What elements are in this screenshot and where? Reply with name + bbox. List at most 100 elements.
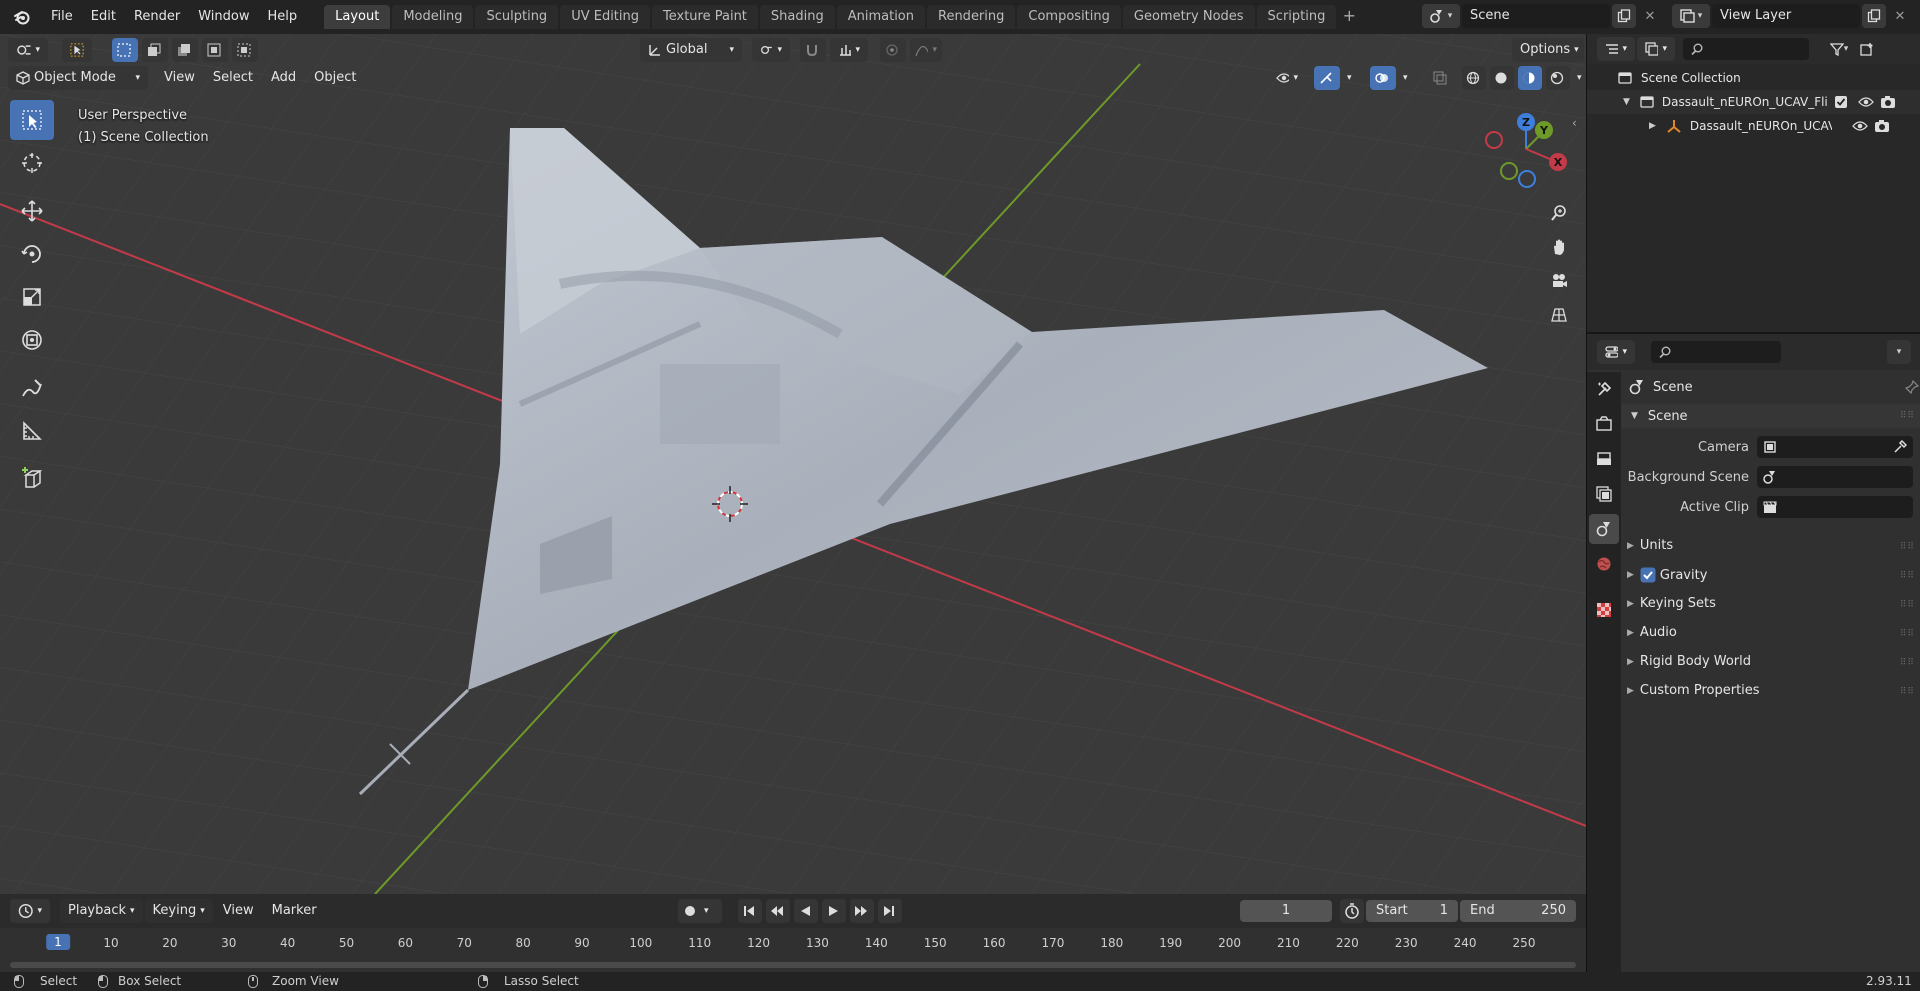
frame-tick[interactable]: 170 [1042, 936, 1065, 950]
frame-tick[interactable]: 190 [1159, 936, 1182, 950]
preview-range-icon[interactable] [1340, 899, 1364, 923]
tool-tab-icon[interactable] [1589, 374, 1619, 404]
menu-edit[interactable]: Edit [82, 5, 125, 29]
background-scene-field[interactable] [1757, 466, 1913, 488]
gravity-grip-icon[interactable]: ⠿⠿ [1900, 571, 1915, 581]
object-visibility-eye-icon[interactable] [1852, 120, 1868, 132]
select-subtract-icon[interactable] [172, 38, 198, 62]
frame-tick[interactable]: 180 [1100, 936, 1123, 950]
menu-file[interactable]: File [42, 5, 82, 29]
jump-keyframe-forward-icon[interactable] [850, 899, 874, 923]
xray-toggle-icon[interactable] [1428, 66, 1454, 90]
display-mode-button[interactable]: ▾ [1637, 37, 1675, 61]
frame-tick[interactable]: 250 [1513, 936, 1536, 950]
pivot-point-dropdown[interactable]: ▾ [752, 38, 790, 62]
gravity-checkbox[interactable] [1640, 567, 1656, 583]
exclude-checkbox-icon[interactable] [1834, 95, 1848, 109]
frame-tick[interactable]: 230 [1395, 936, 1418, 950]
select-tool-button[interactable] [62, 38, 92, 62]
end-frame-field[interactable]: End 250 [1460, 900, 1576, 922]
rigid-body-grip-icon[interactable]: ⠿⠿ [1900, 658, 1915, 668]
render-camera-icon[interactable] [1880, 95, 1896, 109]
close-scene-icon[interactable]: ✕ [1638, 4, 1662, 28]
texture-tab-icon[interactable] [1589, 595, 1619, 625]
frame-tick[interactable]: 240 [1454, 936, 1477, 950]
frame-tick[interactable]: 130 [806, 936, 829, 950]
menu-help[interactable]: Help [259, 5, 307, 29]
active-clip-field[interactable] [1757, 496, 1913, 518]
blender-logo-icon[interactable] [10, 5, 34, 29]
annotate-tool-icon[interactable] [10, 368, 54, 408]
menu-render[interactable]: Render [125, 5, 189, 29]
editor-type-button[interactable]: ▾ [8, 38, 48, 62]
scale-tool-icon[interactable] [10, 277, 54, 317]
play-reverse-icon[interactable] [794, 899, 818, 923]
keying-sets-grip-icon[interactable]: ⠿⠿ [1900, 600, 1915, 610]
viewport-menu-select[interactable]: Select [205, 66, 261, 90]
close-view-layer-icon[interactable]: ✕ [1888, 4, 1912, 28]
frame-tick[interactable]: 110 [688, 936, 711, 950]
select-invert-icon[interactable] [202, 38, 228, 62]
tab-sculpting[interactable]: Sculpting [475, 5, 559, 29]
tab-animation[interactable]: Animation [836, 5, 925, 29]
shading-rendered-icon[interactable] [1546, 66, 1570, 90]
view-layer-tab-icon[interactable] [1589, 479, 1619, 509]
proportional-edit-icon[interactable] [880, 38, 906, 62]
shading-material-icon[interactable] [1518, 66, 1542, 90]
play-icon[interactable] [822, 899, 846, 923]
camera-view-icon[interactable] [1544, 266, 1574, 296]
tab-layout[interactable]: Layout [324, 5, 391, 29]
mode-dropdown[interactable]: Object Mode ▾ [8, 66, 148, 90]
render-tab-icon[interactable] [1589, 409, 1619, 439]
tab-texture-paint[interactable]: Texture Paint [652, 5, 758, 29]
current-frame-indicator[interactable]: 1 [46, 934, 70, 950]
frame-tick[interactable]: 70 [457, 936, 472, 950]
timeline-menu-playback[interactable]: Playback ▾ [60, 899, 143, 923]
jump-keyframe-back-icon[interactable] [766, 899, 790, 923]
sidebar-toggle-icon[interactable]: ‹ [1572, 116, 1577, 130]
jump-end-icon[interactable] [878, 899, 902, 923]
timeline-menu-keying[interactable]: Keying ▾ [144, 899, 213, 923]
select-extend-icon[interactable] [142, 38, 168, 62]
frame-tick[interactable]: 150 [924, 936, 947, 950]
jump-start-icon[interactable] [738, 899, 762, 923]
copy-scene-icon[interactable] [1612, 4, 1636, 28]
tab-shading[interactable]: Shading [759, 5, 835, 29]
frame-tick[interactable]: 220 [1336, 936, 1359, 950]
measure-tool-icon[interactable] [10, 411, 54, 451]
overlay-toggle-icon[interactable] [1370, 66, 1396, 90]
outliner-search-input[interactable] [1683, 38, 1809, 60]
pan-hand-icon[interactable] [1544, 232, 1574, 262]
scene-tab-icon[interactable] [1589, 514, 1619, 544]
properties-options-dropdown[interactable]: ▾ [1887, 340, 1911, 364]
scene-panel-header[interactable]: ▼ Scene ⠿⠿ [1621, 404, 1920, 428]
frame-tick[interactable]: 100 [629, 936, 652, 950]
frame-tick[interactable]: 50 [339, 936, 354, 950]
shading-dropdown[interactable]: ▾ [1574, 66, 1586, 90]
timeline-menu-marker[interactable]: Marker [264, 899, 325, 923]
viewport-canvas[interactable]: Z Y X [0, 34, 1586, 894]
frame-tick[interactable]: 210 [1277, 936, 1300, 950]
rotate-tool-icon[interactable] [10, 234, 54, 274]
snap-toggle-icon[interactable] [800, 38, 826, 62]
frame-tick[interactable]: 10 [103, 936, 118, 950]
frame-tick[interactable]: 90 [574, 936, 589, 950]
rigid-body-world-section[interactable]: ▶ Rigid Body World [1627, 654, 1751, 669]
snap-target-dropdown[interactable]: ▾ [830, 38, 868, 62]
properties-search-input[interactable] [1651, 341, 1781, 363]
tab-geometry-nodes[interactable]: Geometry Nodes [1122, 5, 1255, 29]
shading-solid-icon[interactable] [1490, 66, 1514, 90]
zoom-icon[interactable] [1544, 198, 1574, 228]
panel-grip-icon[interactable]: ⠿⠿ [1900, 411, 1915, 421]
tab-modeling[interactable]: Modeling [392, 5, 474, 29]
perspective-toggle-icon[interactable] [1544, 300, 1574, 330]
viewport-menu-view[interactable]: View [156, 66, 203, 90]
properties-editor-type-button[interactable]: ▾ [1597, 340, 1635, 364]
world-tab-icon[interactable] [1589, 549, 1619, 579]
timeline-ruler[interactable]: 1 10 20 30 40 50 60 70 80 90 100 110 120 130 140 150 160… [0, 928, 1586, 972]
tab-scripting[interactable]: Scripting [1256, 5, 1337, 29]
custom-properties-grip-icon[interactable]: ⠿⠿ [1900, 687, 1915, 697]
proportional-falloff-icon[interactable]: ▾ [910, 38, 942, 62]
select-new-icon[interactable] [112, 38, 138, 62]
camera-field[interactable] [1757, 436, 1913, 458]
